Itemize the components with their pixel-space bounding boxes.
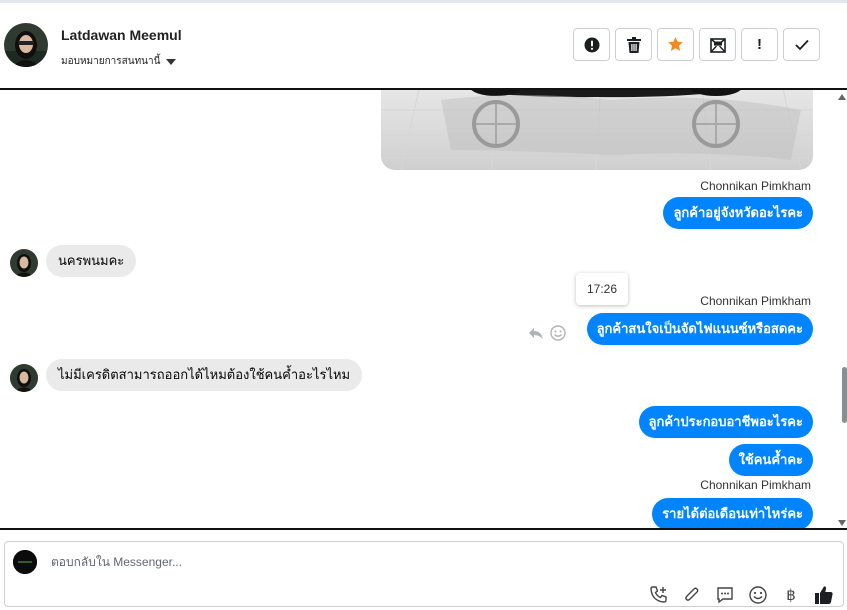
- exclamation-icon: !: [757, 36, 762, 53]
- reply-input[interactable]: [49, 554, 673, 570]
- assign-conversation-label: มอบหมายการสนทนานี้: [61, 56, 161, 67]
- customer-avatar[interactable]: [10, 364, 38, 392]
- outgoing-message[interactable]: ลูกค้าสนใจเป็นจัดไฟแนนซ์หรือสดคะ: [586, 313, 813, 345]
- composer-toolbar: ฿: [648, 584, 835, 606]
- attached-car-photo[interactable]: [381, 90, 813, 170]
- attach-button[interactable]: [681, 584, 703, 606]
- payment-button[interactable]: ฿: [780, 584, 802, 606]
- outgoing-message[interactable]: ลูกค้าประกอบอาชีพอะไรคะ: [638, 406, 813, 438]
- star-icon: [668, 37, 683, 51]
- sender-name: Chonnikan Pimkham: [700, 478, 811, 492]
- baht-icon: ฿: [786, 586, 796, 604]
- assign-conversation-dropdown[interactable]: มอบหมายการสนทนานี้: [61, 54, 177, 69]
- reply-composer: ฿: [4, 541, 844, 607]
- contact-avatar[interactable]: [4, 23, 48, 67]
- conversation-header: Latdawan Meemul มอบหมายการสนทนานี้ !: [0, 3, 847, 90]
- incoming-message[interactable]: นครพนมคะ: [46, 245, 137, 277]
- reply-icon[interactable]: [528, 325, 544, 341]
- alert-circle-icon: [584, 37, 599, 52]
- call-add-button[interactable]: [648, 584, 670, 606]
- mail-icon: [709, 37, 726, 53]
- page-avatar: [13, 550, 37, 574]
- react-emoji-icon[interactable]: [550, 325, 566, 341]
- call-add-icon: [650, 586, 667, 603]
- delete-button[interactable]: [615, 28, 652, 61]
- emoji-icon: [749, 586, 767, 604]
- contact-name: Latdawan Meemul: [61, 27, 182, 43]
- like-button[interactable]: [813, 584, 835, 606]
- follow-up-button[interactable]: !: [741, 28, 778, 61]
- sender-name: Chonnikan Pimkham: [700, 179, 811, 193]
- attachment-icon: [685, 587, 699, 601]
- scroll-down-arrow-icon[interactable]: [838, 520, 846, 526]
- thumbs-up-icon: [815, 586, 833, 604]
- incoming-message[interactable]: ไม่มีเครดิตสามารถออกได้ไหมต้องใช้คนค้ำอะ…: [46, 359, 363, 391]
- check-icon: [794, 39, 809, 50]
- scroll-up-arrow-icon[interactable]: [838, 94, 846, 100]
- sender-name: Chonnikan Pimkham: [700, 294, 811, 308]
- mark-unread-button[interactable]: [699, 28, 736, 61]
- header-actions: !: [573, 28, 820, 61]
- message-hover-actions: [528, 325, 566, 341]
- message-timestamp-tooltip: 17:26: [576, 273, 628, 305]
- customer-avatar[interactable]: [10, 249, 38, 277]
- mark-spam-button[interactable]: [573, 28, 610, 61]
- message-thread[interactable]: Chonnikan Pimkham ลูกค้าอยู่จังหวัดอะไรค…: [0, 90, 847, 528]
- outgoing-message[interactable]: ลูกค้าอยู่จังหวัดอะไรคะ: [663, 197, 813, 229]
- trash-icon: [626, 36, 641, 53]
- star-button[interactable]: [657, 28, 694, 61]
- caret-down-icon: [166, 58, 177, 65]
- outgoing-message[interactable]: รายได้ต่อเดือนเท่าไหร่คะ: [652, 498, 813, 528]
- saved-reply-button[interactable]: [714, 584, 736, 606]
- outgoing-message[interactable]: ใช้คนค้ำคะ: [728, 444, 813, 476]
- thread-scrollbar[interactable]: [838, 90, 847, 528]
- emoji-button[interactable]: [747, 584, 769, 606]
- mark-done-button[interactable]: [783, 28, 820, 61]
- saved-reply-icon: [717, 587, 733, 604]
- scrollbar-thumb[interactable]: [842, 367, 847, 423]
- composer-divider: [0, 528, 847, 530]
